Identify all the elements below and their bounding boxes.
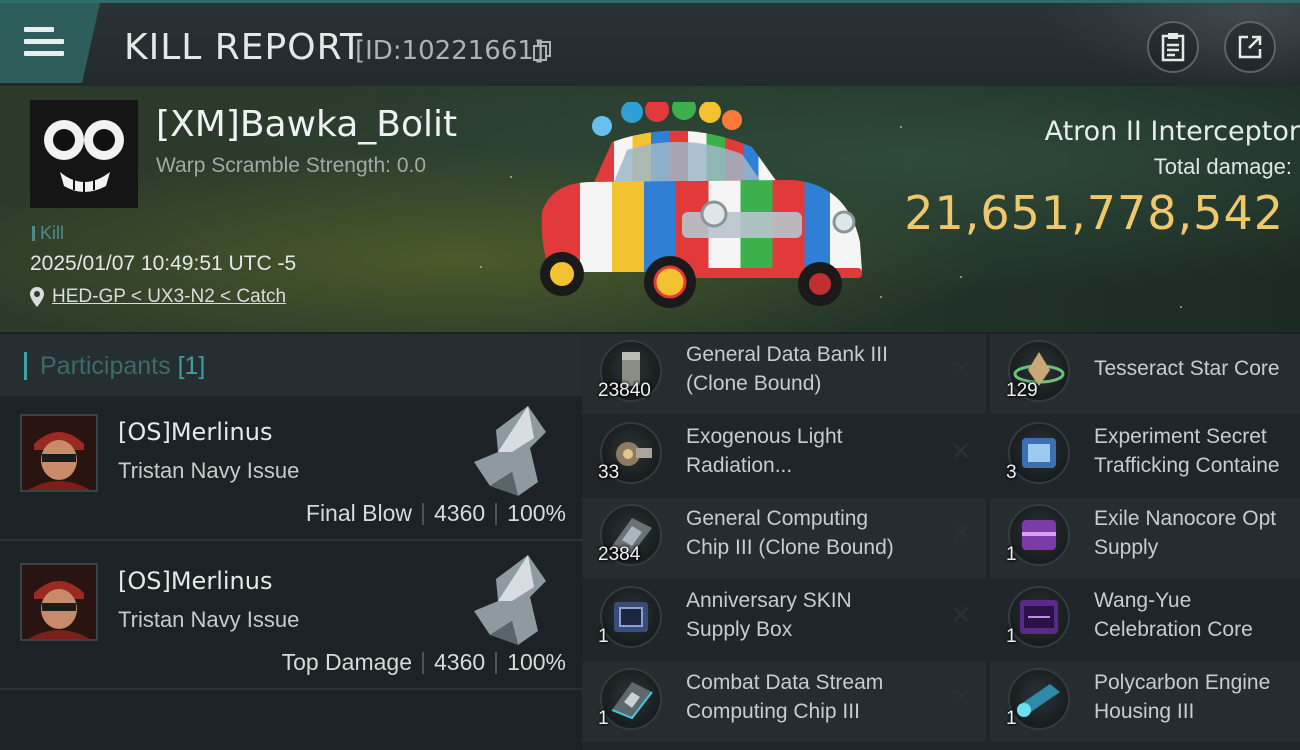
participant-role: Final Blow bbox=[305, 500, 412, 526]
warp-scramble-strength: Warp Scramble Strength: 0.0 bbox=[156, 154, 427, 177]
item-name: General Data Bank III (Clone Bound) bbox=[686, 343, 888, 395]
participant-percent: 100% bbox=[507, 500, 566, 526]
destroyed-icon: ✕ bbox=[950, 682, 972, 712]
header-accent-bar bbox=[24, 352, 27, 380]
celebration-core-icon bbox=[1008, 586, 1070, 648]
kill-tag: Kill bbox=[32, 223, 64, 244]
participant-ship-image bbox=[474, 555, 546, 645]
participant-stats: Final Blow 4360 100% bbox=[306, 500, 566, 527]
victim-name[interactable]: [XM]Bawka_Bolit bbox=[156, 104, 457, 145]
participant-ship-image bbox=[474, 406, 546, 496]
participants-title: Participants [1] bbox=[40, 352, 205, 381]
item-quantity: 1 bbox=[1006, 708, 1017, 729]
item-name: Anniversary SKIN Supply Box bbox=[686, 589, 852, 641]
clipboard-icon bbox=[1161, 33, 1185, 62]
participant-role: Top Damage bbox=[281, 649, 412, 675]
item-general-data-bank[interactable]: 23840 General Data Bank III (Clone Bound)… bbox=[582, 334, 986, 414]
participants-count: [1] bbox=[177, 352, 206, 380]
divider bbox=[422, 651, 424, 674]
page-title: KILL REPORT bbox=[124, 27, 363, 68]
destroyed-icon: ✕ bbox=[950, 518, 972, 548]
item-quantity: 3 bbox=[1006, 462, 1017, 483]
share-icon bbox=[1238, 35, 1262, 59]
clipboard-button[interactable] bbox=[1147, 21, 1199, 73]
item-quantity: 1 bbox=[1006, 626, 1017, 647]
total-damage-label: Total damage: bbox=[1153, 154, 1292, 179]
item-wang-yue-celebration-core[interactable]: 1 Wang-Yue Celebration Core bbox=[990, 580, 1300, 660]
item-experiment-secret-container[interactable]: 3 Experiment Secret Trafficking Containe bbox=[990, 416, 1300, 496]
kill-location[interactable]: HED-GP < UX3-N2 < Catch bbox=[30, 286, 286, 308]
share-button[interactable] bbox=[1224, 21, 1276, 73]
item-combat-data-stream-chip[interactable]: 1 Combat Data Stream Computing Chip III ✕ bbox=[582, 662, 986, 742]
item-quantity: 23840 bbox=[598, 380, 651, 401]
item-anniversary-skin-supply-box[interactable]: 1 Anniversary SKIN Supply Box ✕ bbox=[582, 580, 986, 660]
location-link[interactable]: HED-GP < UX3-N2 < Catch bbox=[52, 286, 286, 308]
divider bbox=[495, 502, 498, 525]
participant-stats: Top Damage 4360 100% bbox=[282, 649, 566, 676]
participant-row[interactable]: [OS]Merlinus Tristan Navy Issue Final Bl… bbox=[0, 396, 582, 541]
location-pin-icon bbox=[30, 287, 44, 307]
item-quantity: 1 bbox=[598, 626, 609, 647]
copy-icon[interactable] bbox=[533, 41, 551, 61]
top-bar: KILL REPORT [ID:10221661] bbox=[0, 0, 1300, 86]
kill-id: [ID:10221661] bbox=[355, 36, 545, 66]
dropped-items-grid: 23840 General Data Bank III (Clone Bound)… bbox=[582, 334, 1300, 750]
participant-percent: 100% bbox=[507, 649, 566, 675]
victim-ship-image bbox=[540, 102, 862, 308]
data-chip-icon bbox=[600, 668, 662, 730]
container-icon bbox=[1008, 422, 1070, 484]
participants-label: Participants bbox=[40, 352, 171, 380]
item-quantity: 129 bbox=[1006, 380, 1038, 401]
divider bbox=[495, 651, 498, 674]
destroyed-icon: ✕ bbox=[950, 600, 972, 630]
item-exogenous-light-radiation[interactable]: 33 Exogenous Light Radiation... ✕ bbox=[582, 416, 986, 496]
item-polycarbon-engine-housing[interactable]: 1 Polycarbon Engine Housing III bbox=[990, 662, 1300, 742]
item-exile-nanocore-supply[interactable]: 1 Exile Nanocore Opt Supply bbox=[990, 498, 1300, 578]
participant-row[interactable]: [OS]Merlinus Tristan Navy Issue Top Dama… bbox=[0, 545, 582, 690]
destroyed-icon: ✕ bbox=[950, 436, 972, 466]
item-quantity: 2384 bbox=[598, 544, 641, 565]
victim-avatar[interactable] bbox=[30, 100, 138, 208]
participant-ship: Tristan Navy Issue bbox=[118, 607, 300, 632]
participant-name[interactable]: [OS]Merlinus bbox=[118, 418, 272, 446]
participant-ship: Tristan Navy Issue bbox=[118, 458, 300, 483]
item-quantity: 1 bbox=[1006, 544, 1017, 565]
item-quantity: 33 bbox=[598, 462, 620, 483]
kill-header: [XM]Bawka_Bolit Warp Scramble Strength: … bbox=[0, 86, 1300, 332]
item-tesseract-star-core[interactable]: 129 Tesseract Star Core bbox=[990, 334, 1300, 414]
item-name: Polycarbon Engine Housing III bbox=[1094, 671, 1271, 723]
victim-ship-name[interactable]: Atron II Interceptor bbox=[1045, 116, 1300, 147]
item-name: Tesseract Star Core bbox=[1094, 357, 1280, 380]
item-name: Exogenous Light Radiation... bbox=[686, 425, 843, 477]
divider bbox=[422, 502, 424, 525]
engine-housing-icon bbox=[1008, 668, 1070, 730]
participant-name[interactable]: [OS]Merlinus bbox=[118, 567, 272, 595]
destroyed-icon: ✕ bbox=[950, 354, 972, 384]
item-name: Combat Data Stream Computing Chip III bbox=[686, 671, 884, 723]
item-quantity: 1 bbox=[598, 708, 609, 729]
kill-timestamp: 2025/01/07 10:49:51 UTC -5 bbox=[30, 252, 297, 275]
supply-box-icon bbox=[600, 586, 662, 648]
item-name: General Computing Chip III (Clone Bound) bbox=[686, 507, 894, 559]
participant-damage: 4360 bbox=[434, 649, 486, 675]
participants-header: Participants [1] bbox=[0, 334, 582, 396]
participant-damage: 4360 bbox=[434, 500, 486, 526]
item-general-computing-chip[interactable]: 2384 General Computing Chip III (Clone Bo… bbox=[582, 498, 986, 578]
total-damage-value: 21,651,778,542 bbox=[904, 186, 1284, 240]
menu-icon[interactable] bbox=[24, 27, 64, 61]
item-name: Wang-Yue Celebration Core bbox=[1094, 589, 1253, 641]
item-name: Experiment Secret Trafficking Containe bbox=[1094, 425, 1280, 477]
participants-panel: Participants [1] [OS]Merlinus Tristan Na… bbox=[0, 334, 582, 750]
nanocore-supply-icon bbox=[1008, 504, 1070, 566]
participant-avatar[interactable] bbox=[20, 414, 98, 492]
participant-avatar[interactable] bbox=[20, 563, 98, 641]
item-name: Exile Nanocore Opt Supply bbox=[1094, 507, 1277, 559]
